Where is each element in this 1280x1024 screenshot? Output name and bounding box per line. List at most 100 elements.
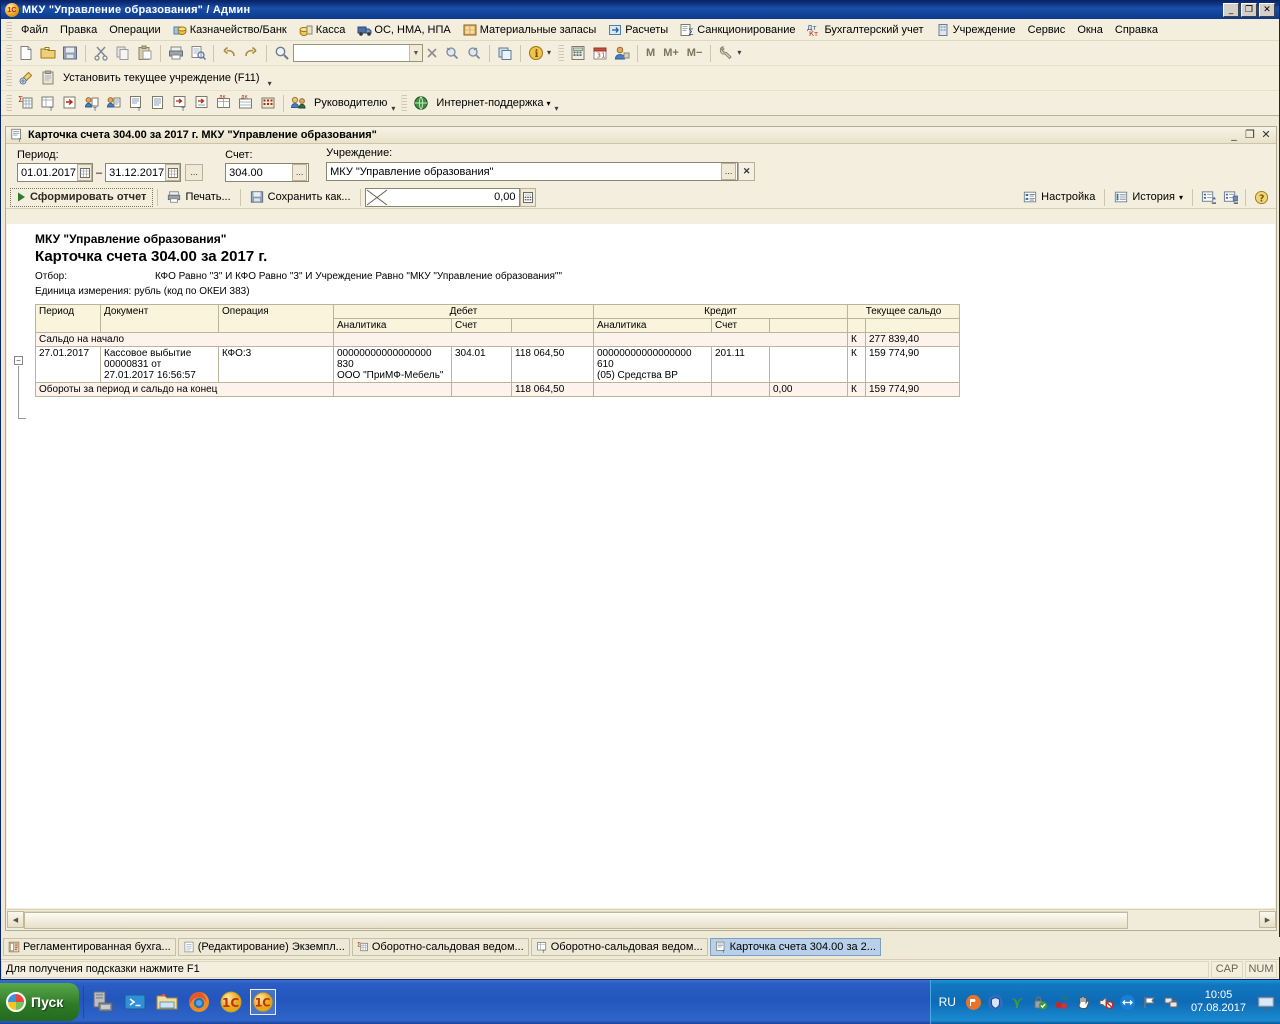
- start-button[interactable]: Пуск: [0, 983, 80, 1021]
- chevron-down-icon[interactable]: ▾: [555, 105, 559, 113]
- report-dk-sigma-icon[interactable]: ДК: [213, 93, 235, 114]
- window-button-turnover-balance-2[interactable]: т Оборотно-сальдовая ведом...: [530, 938, 708, 956]
- find-next-icon[interactable]: [463, 43, 485, 64]
- period-from-input[interactable]: 01.01.2017: [17, 163, 93, 182]
- institution-input[interactable]: МКУ "Управление образования" ...: [326, 162, 739, 181]
- window-button-account-card[interactable]: т Карточка счета 304.00 за 2...: [709, 938, 881, 956]
- search-icon[interactable]: [271, 43, 293, 64]
- scroll-right-arrow-icon[interactable]: ▶: [1259, 911, 1276, 928]
- menu-sanctioning[interactable]: Σ Санкционирование: [674, 21, 801, 39]
- flag-icon[interactable]: [1141, 994, 1158, 1011]
- monitor-icon[interactable]: [1257, 994, 1275, 1011]
- toolbar-gripper-1[interactable]: [6, 45, 12, 61]
- close-icon[interactable]: [423, 43, 441, 64]
- child-close-button[interactable]: ✕: [1258, 128, 1274, 142]
- copy-icon[interactable]: [112, 43, 134, 64]
- window-button-turnover-balance-1[interactable]: Σ Оборотно-сальдовая ведом...: [351, 938, 529, 956]
- internet-support-button[interactable]: Интернет-поддержка ▾: [432, 93, 554, 114]
- menu-edit[interactable]: Правка: [54, 22, 103, 38]
- menu-fixed-assets[interactable]: ОС, НМА, НПА: [351, 21, 456, 39]
- close-button[interactable]: ✕: [1259, 3, 1275, 17]
- maximize-button[interactable]: ❐: [1241, 3, 1257, 17]
- 1c-icon[interactable]: 1C: [218, 989, 244, 1015]
- manager-menu-button[interactable]: Руководителю: [310, 93, 391, 114]
- scrollbar-track[interactable]: [24, 911, 1128, 929]
- memory-m-button[interactable]: M: [642, 43, 659, 64]
- network-icon[interactable]: [1163, 994, 1180, 1011]
- menu-windows[interactable]: Окна: [1071, 22, 1109, 38]
- save-settings-icon[interactable]: [1219, 187, 1241, 208]
- internet-globe-icon[interactable]: [410, 93, 432, 114]
- toolbar-gripper-5[interactable]: [401, 95, 408, 111]
- firefox-icon[interactable]: [186, 989, 212, 1015]
- child-minimize-button[interactable]: _: [1226, 128, 1242, 142]
- memory-m-minus-button[interactable]: M−: [683, 43, 707, 64]
- report-person-icon[interactable]: [103, 93, 125, 114]
- calculator-icon[interactable]: [519, 187, 536, 207]
- teamviewer-icon[interactable]: [1119, 994, 1136, 1011]
- institution-clear-button[interactable]: ✕: [738, 162, 756, 181]
- chevron-down-icon[interactable]: ▾: [268, 80, 272, 88]
- windows-icon[interactable]: [494, 43, 516, 64]
- set-current-institution-button[interactable]: Установить текущее учреждение (F11): [59, 68, 264, 89]
- clipboard-icon[interactable]: [37, 68, 59, 89]
- pdf-icon[interactable]: [965, 994, 982, 1011]
- report-in-icon[interactable]: [59, 93, 81, 114]
- report-dk-icon[interactable]: ДК: [235, 93, 257, 114]
- chevron-down-icon[interactable]: ▾: [391, 105, 395, 113]
- key-icon[interactable]: [15, 68, 37, 89]
- save-as-button[interactable]: Сохранить как...: [245, 188, 356, 207]
- menu-settlements[interactable]: Расчеты: [602, 21, 674, 39]
- cherry-icon[interactable]: [1053, 994, 1070, 1011]
- menu-service[interactable]: Сервис: [1022, 22, 1072, 38]
- period-to-input[interactable]: 31.12.2017: [105, 163, 182, 182]
- chevron-down-icon[interactable]: ▾: [547, 49, 551, 57]
- user-icon[interactable]: [611, 43, 633, 64]
- shield-icon[interactable]: [987, 994, 1004, 1011]
- settings-button[interactable]: Настройка: [1018, 188, 1100, 207]
- help-icon[interactable]: ?: [1250, 187, 1272, 208]
- open-folder-icon[interactable]: [37, 43, 59, 64]
- print-preview-icon[interactable]: [187, 43, 209, 64]
- report-grid-icon[interactable]: [257, 93, 279, 114]
- memory-m-plus-button[interactable]: M+: [659, 43, 683, 64]
- generate-report-button[interactable]: Сформировать отчет: [10, 187, 154, 207]
- report-in-t-icon[interactable]: т: [169, 93, 191, 114]
- menu-material-stock[interactable]: Материальные запасы: [457, 21, 603, 39]
- volume-mute-icon[interactable]: [1097, 994, 1114, 1011]
- child-restore-button[interactable]: ❐: [1242, 128, 1258, 142]
- undo-icon[interactable]: [218, 43, 240, 64]
- chevron-down-icon[interactable]: ▼: [409, 45, 422, 61]
- minimize-button[interactable]: _: [1223, 3, 1239, 17]
- info-icon[interactable]: i: [525, 43, 547, 64]
- find-prev-icon[interactable]: [441, 43, 463, 64]
- new-document-icon[interactable]: [15, 43, 37, 64]
- 1c-icon-active[interactable]: 1C: [250, 989, 277, 1015]
- manager-icon[interactable]: [288, 93, 310, 114]
- scrollbar-thumb[interactable]: [24, 912, 1128, 929]
- redo-icon[interactable]: [240, 43, 262, 64]
- report-person-t-icon[interactable]: т: [81, 93, 103, 114]
- report-t-icon[interactable]: т: [37, 93, 59, 114]
- scroll-left-arrow-icon[interactable]: ◀: [7, 911, 24, 928]
- report-horizontal-scrollbar[interactable]: ◀ ▶: [7, 909, 1276, 929]
- menu-operations[interactable]: Операции: [103, 22, 166, 38]
- history-button[interactable]: История ▾: [1109, 188, 1188, 207]
- window-button-editing-copy[interactable]: (Редактирование) Экземпл...: [177, 938, 350, 956]
- language-indicator[interactable]: RU: [939, 995, 960, 1009]
- menu-help[interactable]: Справка: [1109, 22, 1164, 38]
- calculator-icon[interactable]: [567, 43, 589, 64]
- account-input[interactable]: 304.00 ...: [225, 163, 310, 182]
- window-button-regulated-accounting[interactable]: Регламентированная бухга...: [3, 938, 176, 956]
- save-icon[interactable]: [59, 43, 81, 64]
- period-select-button[interactable]: ...: [185, 164, 204, 181]
- toolbar-gripper-4[interactable]: [6, 95, 12, 111]
- collapse-group-button[interactable]: −: [14, 356, 23, 365]
- powershell-icon[interactable]: [122, 989, 148, 1015]
- calendar-icon[interactable]: 31: [589, 43, 611, 64]
- lock-check-icon[interactable]: [1031, 994, 1048, 1011]
- taskbar-clock[interactable]: 10:05 07.08.2017: [1185, 989, 1252, 1015]
- report-in-list-icon[interactable]: [191, 93, 213, 114]
- menu-accounting[interactable]: Дт Кт Бухгалтерский учет: [801, 21, 929, 39]
- amount-field[interactable]: 0,00: [364, 187, 520, 207]
